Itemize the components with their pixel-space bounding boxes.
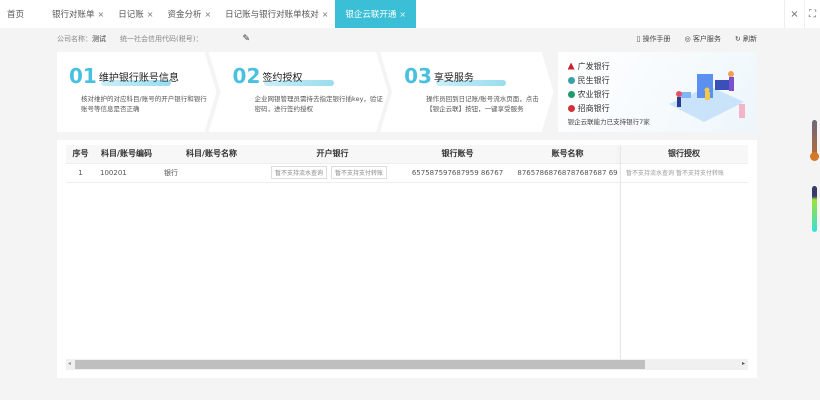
steps-banner: 01 维护银行账号信息 核对维护的对应科目/账号的开户银行和银行账号等信息是否正确… [57, 52, 757, 132]
step-number: 01 [69, 64, 97, 88]
step-desc: 企业网银管理员需持去指定银行插key，验证密码，进行签约授权 [254, 95, 383, 113]
cell-auth: 暂不支持流水查询 暂不支持支付转账 [620, 163, 748, 183]
bank-logo-icon [567, 76, 575, 84]
service-label: 客户服务 [692, 35, 721, 43]
tab-reconcile[interactable]: 日记账与银行对账单核对 × [218, 0, 335, 28]
horizontal-scrollbar[interactable]: ◂ ▸ [66, 359, 748, 370]
tab-home[interactable]: 首页 [0, 0, 31, 28]
step-desc: 操作员回到日记账/账号流水页面，点击【银企云联】按钮，一键享受服务 [426, 95, 539, 113]
tab-label: 银企云联开通 [345, 10, 397, 20]
slider-knob[interactable] [810, 152, 819, 161]
frozen-column-divider [620, 145, 621, 362]
tab-fund-analysis[interactable]: 资金分析 × [160, 0, 218, 28]
step-title: 享受服务 [434, 69, 474, 84]
cell-index: 1 [66, 163, 95, 183]
tab-label: 日记账 [118, 10, 144, 20]
service-button[interactable]: ◎ 客户服务 [685, 34, 721, 44]
auth-status: 暂不支持流水查询 [626, 170, 675, 177]
status-badge: 暂不支持支付转账 [331, 166, 388, 179]
bank-logo-icon [567, 62, 575, 70]
tab-label: 银行对账单 [52, 10, 95, 20]
tab-journal[interactable]: 日记账 × [111, 0, 160, 28]
close-icon[interactable]: × [399, 10, 406, 19]
refresh-button[interactable]: ↻ 刷新 [735, 34, 757, 44]
refresh-label: 刷新 [743, 35, 757, 43]
edit-icon[interactable]: ✎ [242, 34, 250, 44]
company-label: 公司名称： [57, 35, 92, 43]
step-number: 02 [232, 64, 261, 88]
bank-name: 民生银行 [577, 75, 610, 85]
tab-bank-statement[interactable]: 银行对账单 × [45, 0, 111, 28]
cell-account: 657587597687959 86767 [400, 163, 515, 183]
cell-code: 100201 [95, 163, 158, 183]
close-all-button[interactable]: × [784, 0, 804, 28]
scroll-left-icon[interactable]: ◂ [68, 360, 71, 367]
bank-logo-icon [567, 104, 575, 112]
step-card: 01 维护银行账号信息 核对维护的对应科目/账号的开户银行和银行账号等信息是否正确 [57, 52, 217, 132]
temperature-slider[interactable] [812, 120, 817, 155]
company-value: 测试 [92, 35, 106, 43]
column-header: 科目/账号编码 [95, 145, 158, 164]
account-table-panel: 序号 科目/账号编码 科目/账号名称 开户银行 银行账号 账号名称 银行授权 1… [57, 140, 757, 378]
column-header: 开户银行 [265, 145, 400, 164]
step-desc: 核对维护的对应科目/账号的开户银行和银行账号等信息是否正确 [81, 95, 207, 113]
tab-label: 资金分析 [167, 10, 202, 20]
auth-status: 暂不支持支付转账 [675, 170, 724, 177]
manual-label: 操作手册 [642, 35, 671, 43]
step-card: 02 签约授权 企业网银管理员需持去指定银行插key，验证密码，进行签约授权 [209, 52, 389, 132]
illustration-icon [669, 71, 745, 122]
column-header: 科目/账号名称 [158, 145, 265, 164]
close-icon[interactable]: × [204, 10, 211, 19]
manual-button[interactable]: ▯ 操作手册 [636, 34, 670, 44]
column-header: 序号 [66, 145, 95, 164]
column-header: 银行账号 [400, 145, 515, 164]
cell-account-name: 87657868768787687687 69 [515, 163, 620, 183]
scroll-right-icon[interactable]: ▸ [742, 360, 745, 367]
supported-banks: 广发银行 民生银行 农业银行 招商银行 银企云联能力已支持银行7家 [557, 52, 757, 132]
account-table: 序号 科目/账号编码 科目/账号名称 开户银行 银行账号 账号名称 银行授权 1… [66, 145, 748, 183]
banks-footer: 银企云联能力已支持银行7家 [567, 118, 650, 126]
company-info: 公司名称： 测试 统一社会信用代码(税号)： ✎ ▯ 操作手册 ◎ 客户服务 ↻… [57, 33, 757, 45]
bank-logo-icon [567, 90, 575, 98]
step-number: 03 [404, 64, 432, 88]
step-card: 03 享受服务 操作员回到日记账/账号流水页面，点击【银企云联】按钮，一键享受服务 [380, 52, 554, 132]
table-row[interactable]: 1 100201 银行 暂不支持流水查询 暂不支持支付转账 65758759768… [66, 163, 748, 183]
column-header: 银行授权 [620, 145, 748, 164]
tab-bank-cloud[interactable]: 银企云联开通 × [335, 0, 417, 28]
bank-name: 广发银行 [577, 61, 610, 71]
credit-code-label: 统一社会信用代码(税号)： [120, 35, 203, 43]
cell-bank: 暂不支持流水查询 暂不支持支付转账 [265, 163, 400, 183]
status-badge: 暂不支持流水查询 [271, 166, 328, 179]
tab-label: 首页 [7, 10, 25, 20]
close-icon[interactable]: × [322, 10, 329, 19]
scrollbar-thumb[interactable] [75, 360, 645, 369]
close-icon[interactable]: × [147, 10, 154, 19]
cell-name: 银行 [158, 163, 265, 183]
step-title: 签约授权 [262, 69, 302, 84]
step-title: 维护银行账号信息 [99, 69, 179, 84]
column-header: 账号名称 [515, 145, 620, 164]
tab-label: 日记账与银行对账单核对 [225, 10, 319, 20]
fullscreen-button[interactable]: ⛶ [804, 0, 820, 28]
level-slider[interactable] [812, 186, 817, 232]
table-header: 序号 科目/账号编码 科目/账号名称 开户银行 银行账号 账号名称 银行授权 [66, 145, 748, 164]
bank-name: 农业银行 [577, 89, 610, 99]
tab-bar: 首页 银行对账单 × 日记账 × 资金分析 × 日记账与银行对账单核对 × 银企云联开通… [0, 0, 820, 28]
close-icon[interactable]: × [98, 10, 105, 19]
bank-name: 招商银行 [577, 103, 610, 113]
